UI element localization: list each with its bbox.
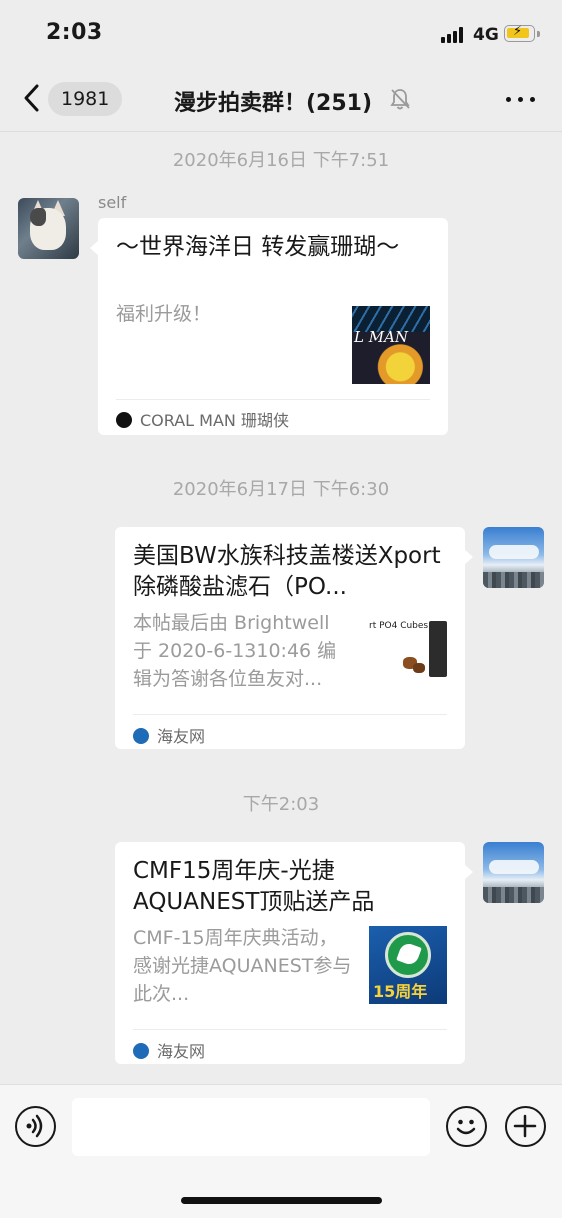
voice-icon[interactable]	[15, 1106, 56, 1147]
card-description: 福利升级！	[116, 303, 212, 325]
link-card[interactable]: ～世界海洋日 转发赢珊瑚～ 福利升级！ L MAN CORAL MAN 珊瑚侠	[90, 218, 448, 435]
bell-slash-icon	[389, 87, 411, 111]
card-thumbnail: L MAN	[352, 306, 430, 384]
card-title: CMF15周年庆-光捷AQUANEST顶贴送产品	[133, 858, 375, 915]
unread-badge[interactable]: 1981	[48, 82, 123, 116]
thumbnail-text: rt PO4 Cubes	[369, 621, 429, 631]
chevron-left-icon[interactable]	[20, 82, 44, 114]
card-divider	[133, 1029, 447, 1030]
card-source: CORAL MAN 珊瑚侠	[116, 407, 289, 431]
battery-icon: ⚡	[504, 24, 535, 42]
card-source: 海友网	[133, 723, 205, 747]
coral-man-logo-icon	[116, 412, 132, 428]
thumbnail-text: 15周年	[373, 982, 428, 1001]
link-card[interactable]: CMF15周年庆-光捷AQUANEST顶贴送产品 CMF-15周年庆典活动，感谢…	[115, 842, 473, 1064]
more-dots-icon[interactable]	[506, 97, 536, 103]
card-thumbnail: 15周年	[369, 926, 447, 1004]
card-thumbnail: rt PO4 Cubes	[369, 619, 447, 697]
message-timestamp: 2020年6月17日 下午6:30	[172, 479, 390, 500]
message-timestamp: 2020年6月16日 下午7:51	[172, 150, 390, 171]
card-source-label: 海友网	[157, 727, 206, 746]
card-source: 海友网	[133, 1038, 205, 1062]
avatar[interactable]	[18, 198, 79, 259]
card-description: CMF-15周年庆典活动，感谢光捷AQUANEST参与此次...	[133, 927, 352, 1005]
avatar[interactable]	[483, 842, 544, 903]
card-description: 本帖最后由 Brightwell 于 2020-6-1310:46 编辑为答谢各…	[133, 612, 337, 690]
home-indicator	[181, 1197, 382, 1204]
card-title: 美国BW水族科技盖楼送Xport除磷酸盐滤石（PO...	[133, 543, 441, 600]
link-card[interactable]: 美国BW水族科技盖楼送Xport除磷酸盐滤石（PO... 本帖最后由 Brigh…	[115, 527, 473, 749]
message-input[interactable]	[72, 1098, 430, 1156]
status-time: 2:03	[46, 20, 103, 45]
avatar[interactable]	[483, 527, 544, 588]
plus-circle-icon[interactable]	[505, 1106, 546, 1147]
signal-icon	[441, 27, 467, 43]
haiyou-logo-icon	[133, 728, 149, 744]
chat-title: 漫步拍卖群！(251)	[174, 91, 373, 116]
card-divider	[116, 399, 430, 400]
card-divider	[133, 714, 447, 715]
haiyou-logo-icon	[133, 1043, 149, 1059]
card-source-label: CORAL MAN 珊瑚侠	[140, 411, 289, 430]
card-title: ～世界海洋日 转发赢珊瑚～	[116, 234, 400, 260]
network-type: 4G	[473, 25, 499, 45]
sender-name: self	[98, 193, 127, 212]
status-bar: 2:03 4G ⚡	[0, 0, 562, 64]
chat-header: 1981 漫步拍卖群！(251)	[0, 64, 562, 132]
battery-cap	[537, 31, 540, 37]
card-source-label: 海友网	[157, 1042, 206, 1061]
message-timestamp: 下午2:03	[242, 794, 320, 815]
thumbnail-text: L MAN	[354, 328, 409, 346]
emoji-icon[interactable]	[446, 1106, 487, 1147]
